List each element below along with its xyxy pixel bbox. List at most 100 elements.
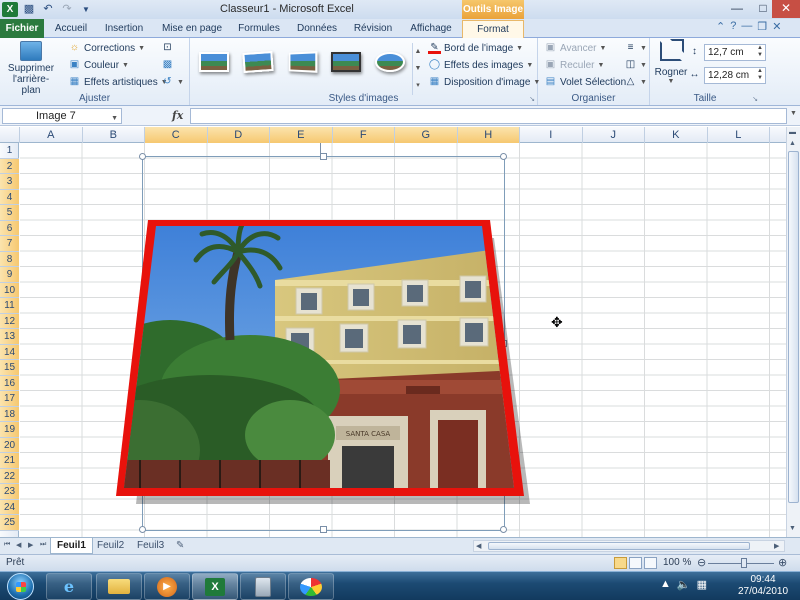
remove-background-button[interactable]: Supprimer l'arrière-plan xyxy=(4,41,58,96)
undo-icon[interactable]: ↶ xyxy=(40,2,56,17)
scroll-left-icon[interactable]: ◀ xyxy=(476,542,481,550)
spinner-arrows-icon[interactable]: ▲ ▼ xyxy=(757,68,763,82)
spinner-arrows-icon[interactable]: ▲ ▼ xyxy=(757,45,763,59)
collapse-ribbon-icon[interactable]: ⌃ xyxy=(716,20,725,33)
row-header[interactable]: 12 xyxy=(0,313,19,329)
row-header[interactable]: 14 xyxy=(0,344,19,360)
sheet-tab-feuil3[interactable]: Feuil3 xyxy=(131,538,170,554)
row-header[interactable]: 5 xyxy=(0,205,19,221)
column-header[interactable]: B xyxy=(83,127,145,143)
picture-layout-button[interactable]: ▦ Disposition d'image ▼ xyxy=(428,76,541,88)
excel-icon[interactable]: X xyxy=(192,573,238,600)
couleur-button[interactable]: ▣ Couleur ▼ xyxy=(68,59,129,71)
row-header[interactable]: 23 xyxy=(0,484,19,500)
row-header[interactable]: 2 xyxy=(0,158,19,174)
prev-sheet-icon[interactable]: ◀ xyxy=(16,541,21,549)
column-header[interactable]: E xyxy=(270,127,333,143)
resize-handle-top-right[interactable] xyxy=(500,153,507,160)
restore-workbook-icon[interactable]: ❐ xyxy=(757,20,767,33)
gallery-more-icon[interactable]: ▾ xyxy=(413,77,423,94)
vertical-scrollbar[interactable]: ▬ ▲ ▼ xyxy=(786,127,800,537)
dialog-launcher-icon[interactable]: ↘ xyxy=(752,95,758,103)
bring-forward-button[interactable]: ▣ Avancer ▼ xyxy=(544,42,607,54)
column-header[interactable]: A xyxy=(20,127,83,143)
worksheet-grid[interactable]: ABCDEFGHIJKL 1 2 3 4 5 6 7 8 9 10 11 12 13 14 15 16 17 18… xyxy=(0,127,786,537)
change-picture-button[interactable]: ▩ xyxy=(161,59,174,71)
artistic-effects-button[interactable]: ▦ Effets artistiques ▼ xyxy=(68,76,168,88)
scroll-down-icon[interactable]: ▼ xyxy=(789,525,796,532)
vertical-scroll-thumb[interactable] xyxy=(788,151,799,503)
row-header[interactable]: 4 xyxy=(0,189,19,205)
paint-icon[interactable] xyxy=(288,573,334,600)
clock[interactable]: 09:44 27/04/2010 xyxy=(733,574,793,598)
insert-function-icon[interactable]: fx xyxy=(172,109,183,122)
column-header[interactable]: C xyxy=(145,127,208,143)
help-icon[interactable]: ? xyxy=(730,20,736,33)
tab-fichier[interactable]: Fichier xyxy=(0,19,44,38)
tab-donnees[interactable]: Données xyxy=(294,20,340,38)
row-header[interactable]: 10 xyxy=(0,282,19,298)
tab-accueil[interactable]: Accueil xyxy=(52,20,90,38)
gallery-down-icon[interactable]: ▼ xyxy=(413,60,423,77)
tab-formules[interactable]: Formules xyxy=(236,20,282,38)
volume-icon[interactable]: 🔈 xyxy=(677,578,691,591)
row-header[interactable]: 21 xyxy=(0,453,19,469)
gallery-scroll[interactable]: ▲ ▼ ▾ xyxy=(412,43,423,95)
expand-formula-icon[interactable]: ▼ xyxy=(790,110,797,117)
horizontal-scroll-thumb[interactable] xyxy=(488,542,750,550)
width-field[interactable]: 12,28 cm ▲ ▼ xyxy=(704,67,766,84)
media-player-icon[interactable]: ▶ xyxy=(144,573,190,600)
selection-pane-button[interactable]: ▤ Volet Sélection xyxy=(544,76,626,88)
show-hidden-icons-icon[interactable]: ▲ xyxy=(660,578,671,591)
calculator-icon[interactable] xyxy=(240,573,286,600)
column-header[interactable]: H xyxy=(457,127,520,143)
picture-effects-button[interactable]: ◯ Effets des images ▼ xyxy=(428,59,533,71)
resize-handle-bottom-right[interactable] xyxy=(500,526,507,533)
send-backward-button[interactable]: ▣ Reculer ▼ xyxy=(544,59,605,71)
customize-qat-icon[interactable]: ▼ xyxy=(78,2,94,17)
height-field[interactable]: 12,7 cm ▲ ▼ xyxy=(704,44,766,61)
resize-handle-top-left[interactable] xyxy=(139,153,146,160)
split-box-icon[interactable]: ▬ xyxy=(789,129,796,136)
resize-handle-top[interactable] xyxy=(320,153,327,160)
picture-border-button[interactable]: ✎ Bord de l'image ▼ xyxy=(428,42,523,54)
formula-input[interactable] xyxy=(190,108,787,124)
zoom-slider-knob[interactable] xyxy=(741,558,747,568)
picture-style-5[interactable] xyxy=(372,48,408,76)
redo-icon[interactable]: ↷ xyxy=(59,2,75,17)
start-button[interactable] xyxy=(7,573,34,600)
row-header[interactable]: 24 xyxy=(0,499,19,515)
row-header[interactable]: 3 xyxy=(0,174,19,190)
row-header[interactable]: 22 xyxy=(0,468,19,484)
first-sheet-icon[interactable]: ⏮ xyxy=(4,541,10,549)
rotate-button[interactable]: △ ▼ xyxy=(624,76,647,88)
zoom-out-icon[interactable]: ⊖ xyxy=(697,556,706,569)
normal-view-icon[interactable] xyxy=(614,557,627,569)
page-layout-view-icon[interactable] xyxy=(629,557,642,569)
network-icon[interactable]: ▦ xyxy=(697,578,707,591)
picture-image-7[interactable]: SANTA CASA xyxy=(110,220,550,520)
row-header[interactable]: 25 xyxy=(0,515,19,531)
row-header[interactable]: 6 xyxy=(0,220,19,236)
row-header[interactable]: 9 xyxy=(0,267,19,283)
insert-sheet-icon[interactable]: ✎ xyxy=(176,540,184,551)
row-header[interactable]: 19 xyxy=(0,422,19,438)
row-header[interactable]: 7 xyxy=(0,236,19,252)
picture-style-2[interactable] xyxy=(240,48,276,76)
tab-insertion[interactable]: Insertion xyxy=(101,20,147,38)
row-header[interactable]: 17 xyxy=(0,391,19,407)
corrections-button[interactable]: ☼ Corrections ▼ xyxy=(68,42,145,54)
row-header[interactable]: 11 xyxy=(0,298,19,314)
page-break-view-icon[interactable] xyxy=(644,557,657,569)
next-sheet-icon[interactable]: ▶ xyxy=(28,541,33,549)
dialog-launcher-icon[interactable]: ↘ xyxy=(529,95,535,103)
picture-style-1[interactable] xyxy=(196,48,232,76)
row-header[interactable]: 13 xyxy=(0,329,19,345)
select-all-corner[interactable] xyxy=(0,127,20,143)
save-icon[interactable]: ▩ xyxy=(21,2,37,17)
group-objects-button[interactable]: ◫ ▼ xyxy=(624,59,647,71)
row-header[interactable]: 8 xyxy=(0,251,19,267)
zoom-in-icon[interactable]: ⊕ xyxy=(778,556,787,569)
tab-mise-en-page[interactable]: Mise en page xyxy=(160,20,224,38)
picture-style-4[interactable] xyxy=(328,48,364,76)
